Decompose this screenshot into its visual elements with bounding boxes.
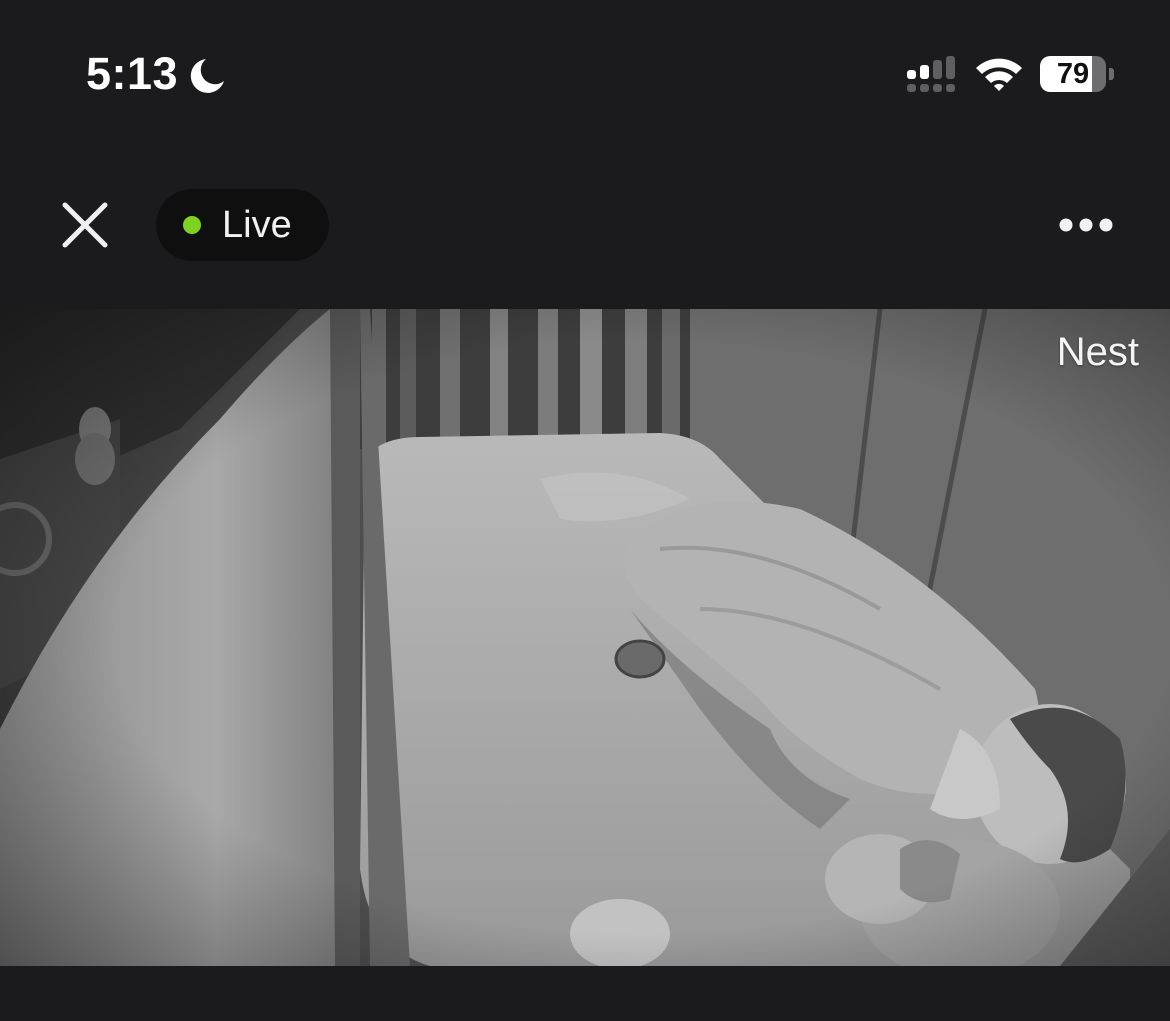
close-icon[interactable] [56, 196, 114, 254]
battery-icon: 79 [1040, 56, 1116, 92]
signal-icon [907, 56, 955, 92]
camera-feed[interactable]: Nest [0, 309, 1170, 966]
camera-feed-image [0, 309, 1170, 966]
status-time: 5:13 [86, 48, 179, 99]
camera-live-screen: 5:13 79 Live Nest [0, 0, 1170, 1021]
battery-tip [1109, 68, 1114, 80]
nest-watermark: Nest [1056, 330, 1139, 374]
status-bar: 5:13 79 [0, 0, 1170, 150]
live-label: Live [222, 204, 292, 246]
bottom-bar [0, 966, 1170, 1021]
moon-icon [190, 59, 224, 93]
wifi-icon [976, 58, 1022, 91]
live-status-pill[interactable]: Live [156, 189, 329, 261]
battery-body: 79 [1040, 56, 1106, 92]
more-icon[interactable] [1054, 206, 1118, 244]
live-indicator-dot [183, 216, 201, 234]
battery-percent: 79 [1056, 58, 1090, 90]
